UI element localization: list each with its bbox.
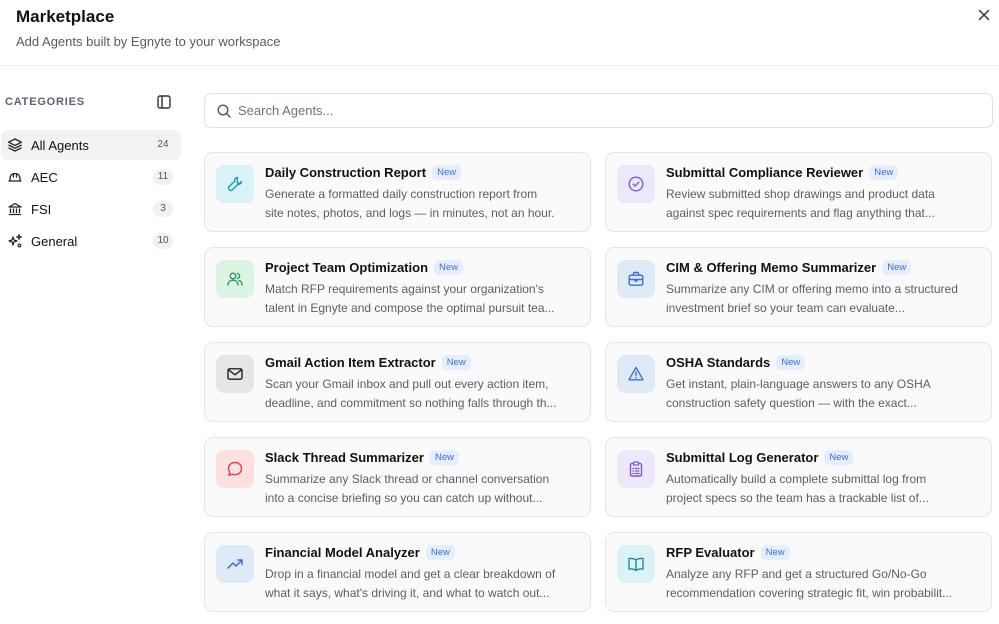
category-all-agents[interactable]: All Agents 24 bbox=[1, 130, 181, 160]
agent-name: Submittal Log Generator bbox=[666, 450, 819, 465]
briefcase-icon bbox=[628, 271, 644, 286]
new-badge: New bbox=[432, 165, 462, 180]
agent-icon-badge bbox=[216, 260, 254, 298]
agent-description: Summarize any CIM or offering memo into … bbox=[666, 282, 958, 315]
search-input[interactable] bbox=[238, 94, 978, 127]
agent-name: Gmail Action Item Extractor bbox=[265, 355, 436, 370]
open-book-icon bbox=[628, 557, 644, 572]
agent-name: OSHA Standards bbox=[666, 355, 771, 370]
agent-description: Analyze any RFP and get a structured Go/… bbox=[666, 567, 953, 600]
hard-hat-icon bbox=[8, 172, 22, 182]
new-badge: New bbox=[824, 450, 854, 465]
category-aec[interactable]: AEC 11 bbox=[1, 162, 181, 192]
sidebar-panel-icon bbox=[157, 95, 171, 109]
agent-icon-badge bbox=[216, 450, 254, 488]
agent-icon-badge bbox=[216, 545, 254, 583]
category-label: FSI bbox=[31, 202, 52, 217]
agent-card-rfp-evaluator[interactable]: RFP Evaluator New Analyze any RFP and get… bbox=[605, 532, 992, 612]
new-badge: New bbox=[425, 545, 455, 560]
agent-description: Review submitted shop drawings and produ… bbox=[666, 187, 935, 220]
search-icon bbox=[217, 104, 231, 118]
category-label: All Agents bbox=[31, 138, 89, 153]
category-label: AEC bbox=[31, 170, 58, 185]
new-badge: New bbox=[434, 260, 464, 275]
agent-card-project-team-optimization[interactable]: Project Team Optimization New Match RFP r… bbox=[204, 247, 591, 327]
wrench-icon bbox=[227, 176, 243, 192]
agent-icon-badge bbox=[216, 355, 254, 393]
agent-description: Generate a formatted daily construction … bbox=[265, 187, 555, 220]
page-title: Marketplace bbox=[16, 7, 115, 26]
category-general[interactable]: General 10 bbox=[1, 226, 181, 256]
agent-card-osha-standards[interactable]: OSHA Standards New Get instant, plain-lan… bbox=[605, 342, 992, 422]
layers-icon bbox=[7, 138, 23, 152]
agent-icon-badge bbox=[216, 165, 254, 203]
agent-name: Daily Construction Report bbox=[265, 165, 427, 180]
agent-card-slack-thread-summarizer[interactable]: Slack Thread Summarizer New Summarize any… bbox=[204, 437, 591, 517]
new-badge: New bbox=[882, 260, 912, 275]
close-button[interactable] bbox=[975, 6, 993, 24]
category-count: 10 bbox=[153, 233, 173, 249]
agent-name: Submittal Compliance Reviewer bbox=[666, 165, 864, 180]
agent-icon-badge bbox=[617, 355, 655, 393]
clipboard-list-icon bbox=[629, 461, 643, 477]
agent-card-financial-model-analyzer[interactable]: Financial Model Analyzer New Drop in a fi… bbox=[204, 532, 591, 612]
category-count: 3 bbox=[153, 201, 173, 217]
agent-name: CIM & Offering Memo Summarizer bbox=[666, 260, 877, 275]
page-subtitle: Add Agents built by Egnyte to your works… bbox=[16, 34, 281, 49]
warning-icon bbox=[628, 366, 644, 381]
mail-icon bbox=[227, 368, 243, 380]
bank-icon bbox=[8, 202, 22, 216]
agent-icon-badge bbox=[617, 165, 655, 203]
users-icon bbox=[227, 272, 243, 286]
check-circle-icon bbox=[628, 176, 644, 192]
agent-card-submittal-compliance-reviewer[interactable]: Submittal Compliance Reviewer New Review … bbox=[605, 152, 992, 232]
categories-heading: CATEGORIES bbox=[5, 96, 85, 108]
marketplace-header: Marketplace Add Agents built by Egnyte t… bbox=[0, 0, 999, 66]
agent-icon-badge bbox=[617, 260, 655, 298]
category-count: 24 bbox=[157, 139, 169, 150]
new-badge: New bbox=[429, 450, 459, 465]
new-badge: New bbox=[441, 355, 471, 370]
agent-card-cim-offering-memo-summarizer[interactable]: CIM & Offering Memo Summarizer New Summar… bbox=[605, 247, 992, 327]
chat-bubble-icon bbox=[227, 461, 243, 476]
agent-name: Slack Thread Summarizer bbox=[265, 450, 424, 465]
agent-card-gmail-action-item-extractor[interactable]: Gmail Action Item Extractor New Scan your… bbox=[204, 342, 591, 422]
search-box bbox=[204, 93, 993, 128]
agent-card-daily-construction-report[interactable]: Daily Construction Report New Generate a … bbox=[204, 152, 591, 232]
agent-description: Summarize any Slack thread or channel co… bbox=[265, 472, 550, 505]
agent-card-submittal-log-generator[interactable]: Submittal Log Generator New Automatically… bbox=[605, 437, 992, 517]
agent-description: Automatically build a complete submittal… bbox=[666, 472, 929, 505]
close-icon bbox=[978, 9, 990, 21]
agent-name: Financial Model Analyzer bbox=[265, 545, 420, 560]
agent-name: Project Team Optimization bbox=[265, 260, 429, 275]
collapse-sidebar-button[interactable] bbox=[156, 94, 172, 110]
new-badge: New bbox=[869, 165, 899, 180]
agent-description: Get instant, plain-language answers to a… bbox=[666, 377, 931, 410]
category-fsi[interactable]: FSI 3 bbox=[1, 194, 181, 224]
trending-up-icon bbox=[227, 559, 243, 569]
agent-icon-badge bbox=[617, 450, 655, 488]
sparkles-icon bbox=[8, 233, 23, 248]
new-badge: New bbox=[776, 355, 806, 370]
categories-sidebar: CATEGORIES All Agents 24 AEC 11 FSI 3 Ge… bbox=[0, 66, 190, 624]
category-count: 11 bbox=[153, 169, 173, 185]
agent-description: Match RFP requirements against your orga… bbox=[265, 282, 555, 315]
agent-description: Scan your Gmail inbox and pull out every… bbox=[265, 377, 557, 410]
agent-icon-badge bbox=[617, 545, 655, 583]
agent-name: RFP Evaluator bbox=[666, 545, 755, 560]
new-badge: New bbox=[760, 545, 790, 560]
category-label: General bbox=[31, 234, 78, 249]
agent-description: Drop in a financial model and get a clea… bbox=[265, 567, 556, 600]
